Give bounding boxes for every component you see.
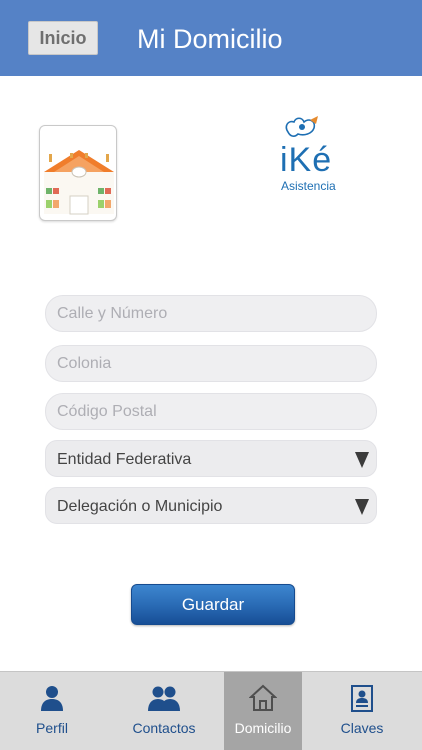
- tab-perfil[interactable]: Perfil: [0, 672, 104, 750]
- municipality-select-label: Delegación o Municipio: [57, 498, 223, 515]
- home-icon: [249, 684, 277, 711]
- inicio-button[interactable]: Inicio: [28, 21, 98, 55]
- top-bar: Inicio Mi Domicilio: [0, 0, 422, 76]
- municipality-select[interactable]: Delegación o Municipio: [45, 487, 377, 524]
- state-select-label: Entidad Federativa: [57, 451, 192, 468]
- page-title: Mi Domicilio: [137, 24, 283, 54]
- state-select[interactable]: Entidad Federativa: [45, 440, 377, 477]
- ike-logo: iKé Asistencia: [278, 114, 350, 194]
- postal-code-input[interactable]: [46, 394, 376, 429]
- tab-domicilio-label: Domicilio: [234, 720, 292, 736]
- brand-name: iKé: [280, 141, 333, 179]
- save-button[interactable]: Guardar: [131, 584, 295, 625]
- tab-domicilio[interactable]: Domicilio: [224, 672, 302, 750]
- tab-claves-label: Claves: [340, 720, 384, 736]
- tab-claves[interactable]: Claves: [302, 672, 422, 750]
- contacts-icon: [148, 686, 180, 711]
- postal-code-field[interactable]: [45, 393, 377, 430]
- dropdown-arrow-icon: [355, 452, 369, 468]
- angel-icon: [285, 116, 318, 137]
- colony-field[interactable]: [45, 345, 377, 382]
- tab-contactos[interactable]: Contactos: [104, 672, 224, 750]
- tab-perfil-label: Perfil: [36, 720, 68, 736]
- person-icon: [41, 686, 63, 711]
- street-field[interactable]: [45, 295, 377, 332]
- tab-bar: Perfil Contactos Domicilio Claves: [0, 671, 422, 750]
- house-icon: [39, 125, 117, 221]
- tab-contactos-label: Contactos: [132, 720, 196, 736]
- id-card-icon: [351, 685, 373, 712]
- brand-subtitle: Asistencia: [281, 179, 336, 193]
- colony-input[interactable]: [46, 346, 376, 381]
- dropdown-arrow-icon: [355, 499, 369, 515]
- street-input[interactable]: [46, 296, 376, 331]
